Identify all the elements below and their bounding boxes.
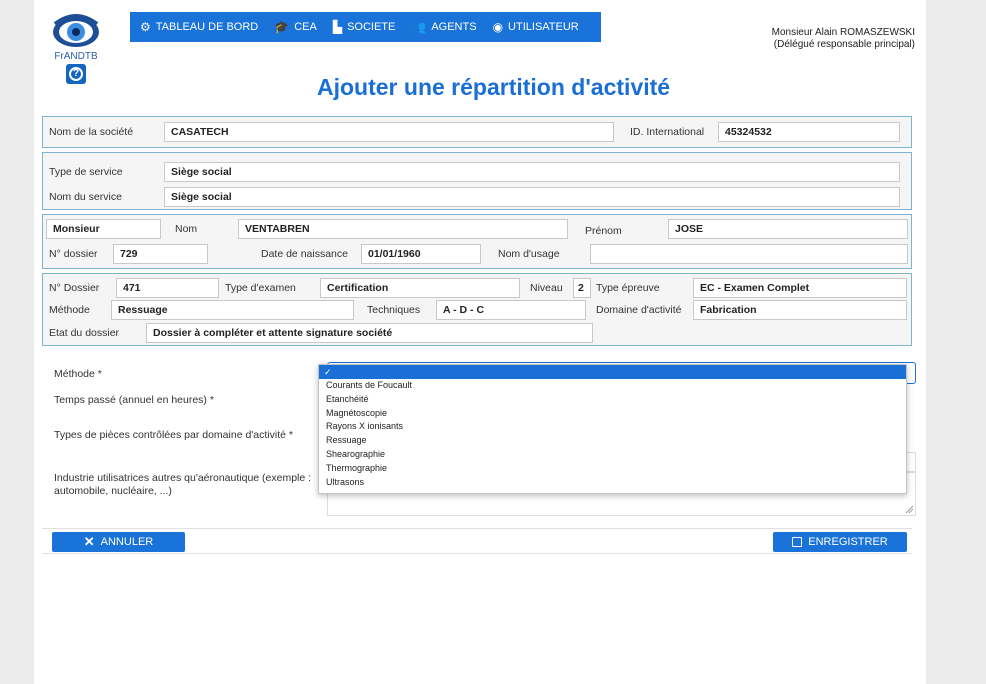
eye-logo-icon — [53, 14, 99, 47]
action-bar: ✕ ANNULER ENREGISTRER — [42, 528, 912, 554]
service-section: Type de service Siège social Nom du serv… — [42, 152, 912, 210]
main-navbar: ⚙ TABLEAU DE BORD 🎓 CEA ▙ SOCIETE 👥 AGEN… — [130, 12, 601, 42]
techniques-label: Techniques — [367, 304, 421, 316]
intl-id-field[interactable]: 45324532 — [718, 122, 900, 142]
dropdown-option-selected[interactable]: ✓ — [319, 365, 906, 379]
service-name-label: Nom du service — [49, 191, 122, 203]
graduation-cap-icon: 🎓 — [274, 20, 290, 34]
exam-type-label: Type d'examen — [225, 282, 296, 294]
nav-cea[interactable]: 🎓 CEA — [274, 20, 317, 34]
help-button[interactable]: ? — [66, 64, 86, 84]
exam-type-field[interactable]: Certification — [320, 278, 520, 298]
floppy-disk-icon — [792, 537, 803, 547]
nav-label: CEA — [294, 21, 317, 33]
prenom-field[interactable]: JOSE — [668, 219, 908, 239]
user-info: Monsieur Alain ROMASZEWSKI (Délégué resp… — [772, 27, 915, 51]
pieces-label: Types de pièces contrôlées par domaine d… — [54, 429, 293, 441]
users-icon: 👥 — [411, 20, 427, 34]
methode-label: Méthode * — [54, 368, 102, 380]
birthdate-label: Date de naissance — [261, 248, 348, 260]
user-circle-icon: ◉ — [492, 20, 504, 34]
domaine-field[interactable]: Fabrication — [693, 300, 907, 320]
cancel-label: ANNULER — [100, 536, 154, 548]
exam-dossier-label: N° Dossier — [49, 282, 100, 294]
methode-info-label: Méthode — [49, 304, 90, 316]
company-section: Nom de la société CASATECH ID. Internati… — [42, 116, 912, 148]
company-name-field[interactable]: CASATECH — [164, 122, 614, 142]
exam-section: N° Dossier 471 Type d'examen Certificati… — [42, 273, 912, 346]
company-name-label: Nom de la société — [49, 126, 134, 138]
logo-text: FrANDTB — [54, 51, 98, 62]
resize-handle-icon[interactable] — [905, 505, 913, 513]
domaine-label: Domaine d'activité — [596, 304, 682, 316]
niveau-field[interactable]: 2 — [573, 278, 591, 298]
dropdown-option[interactable]: Thermographie — [319, 462, 906, 476]
prenom-label: Prénom — [585, 225, 622, 237]
dropdown-option[interactable]: Courants de Foucault — [319, 379, 906, 393]
page: FrANDTB ? ⚙ TABLEAU DE BORD 🎓 CEA ▙ SOCI… — [34, 0, 926, 684]
save-button[interactable]: ENREGISTRER — [773, 532, 907, 552]
close-icon: ✕ — [83, 534, 95, 549]
exam-dossier-field[interactable]: 471 — [116, 278, 219, 298]
nav-label: TABLEAU DE BORD — [155, 21, 259, 33]
save-label: ENREGISTRER — [808, 536, 888, 548]
methode-info-field[interactable]: Ressuage — [111, 300, 354, 320]
dossier-field[interactable]: 729 — [113, 244, 208, 264]
factory-icon: ▙ — [332, 20, 343, 34]
epreuve-label: Type épreuve — [596, 282, 660, 294]
intl-id-label: ID. International — [630, 126, 705, 138]
service-name-field[interactable]: Siège social — [164, 187, 900, 207]
dropdown-option[interactable]: Ressuage — [319, 434, 906, 448]
dropdown-option[interactable]: Magnétoscopie — [319, 407, 906, 421]
temps-label: Temps passé (annuel en heures) * — [54, 394, 214, 406]
service-type-field[interactable]: Siège social — [164, 162, 900, 182]
epreuve-field[interactable]: EC - Examen Complet — [693, 278, 907, 298]
etat-label: Etat du dossier — [49, 327, 120, 339]
nav-agents[interactable]: 👥 AGENTS — [411, 20, 476, 34]
user-role: (Délégué responsable principal) — [773, 39, 915, 50]
logo: FrANDTB ? — [44, 10, 108, 84]
service-type-label: Type de service — [49, 166, 123, 178]
usage-name-label: Nom d'usage — [498, 248, 560, 260]
cancel-button[interactable]: ✕ ANNULER — [52, 532, 185, 552]
techniques-field[interactable]: A - D - C — [436, 300, 586, 320]
dropdown-option[interactable]: Etanchéité — [319, 393, 906, 407]
usage-name-field[interactable] — [590, 244, 908, 264]
page-title: Ajouter une répartition d'activité — [317, 74, 671, 100]
nav-label: SOCIETE — [347, 21, 396, 33]
nom-label: Nom — [175, 223, 198, 235]
industrie-label: Industrie utilisatrices autres qu'aérona… — [54, 472, 312, 497]
person-section: Monsieur Nom VENTABREN Prénom JOSE N° do… — [42, 214, 912, 269]
nav-utilisateur[interactable]: ◉ UTILISATEUR — [493, 20, 579, 34]
nav-label: AGENTS — [431, 21, 477, 33]
nav-societe[interactable]: ▙ SOCIETE — [333, 20, 396, 34]
dropdown-option[interactable]: Shearographie — [319, 448, 906, 462]
civility-field[interactable]: Monsieur — [46, 219, 161, 239]
etat-field[interactable]: Dossier à compléter et attente signature… — [146, 323, 593, 343]
user-name: Monsieur Alain ROMASZEWSKI — [771, 27, 915, 38]
niveau-label: Niveau — [530, 282, 563, 294]
nom-field[interactable]: VENTABREN — [238, 219, 568, 239]
dashboard-icon: ⚙ — [140, 20, 151, 34]
dossier-label: N° dossier — [49, 248, 98, 260]
dropdown-option[interactable]: Rayons X ionisants — [319, 420, 906, 434]
dropdown-option[interactable]: Ultrasons — [319, 476, 906, 490]
help-icon: ? — [69, 67, 83, 81]
birthdate-field[interactable]: 01/01/1960 — [361, 244, 481, 264]
methode-dropdown-list: ✓ Courants de Foucault Etanchéité Magnét… — [318, 364, 907, 494]
nav-tableau-de-bord[interactable]: ⚙ TABLEAU DE BORD — [140, 20, 258, 34]
nav-label: UTILISATEUR — [508, 21, 579, 33]
